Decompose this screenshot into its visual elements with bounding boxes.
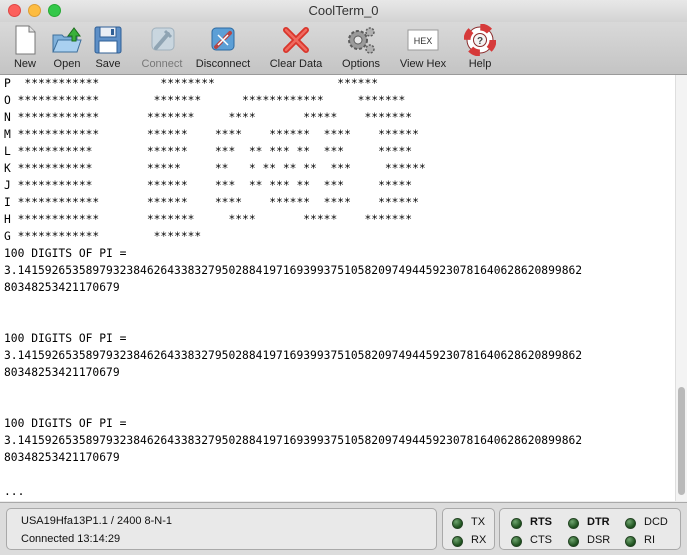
terminal-output[interactable]: P *********** ******** ****** O *********…	[0, 75, 675, 501]
dcd-led-icon	[625, 518, 636, 529]
options-button[interactable]: Options	[337, 24, 385, 70]
rx-led-icon	[452, 536, 463, 547]
new-button[interactable]: New	[8, 24, 42, 70]
connect-plug-icon	[151, 27, 175, 51]
terminal-line: 80348253421170679	[4, 451, 120, 464]
hex-icon: HEX	[407, 29, 439, 51]
open-folder-icon	[52, 27, 82, 53]
terminal-line: L *********** ****** *** ** *** ** *** *…	[4, 145, 413, 158]
window-title: CoolTerm_0	[308, 3, 379, 18]
terminal-line: G ************ *******	[4, 230, 202, 243]
cts-led-icon	[511, 536, 522, 547]
connection-status-text: Connected 13:14:29	[21, 533, 121, 545]
clear-data-button-label: Clear Data	[269, 58, 323, 70]
title-bar: CoolTerm_0	[0, 0, 687, 23]
hex-icon-text: HEX	[414, 36, 433, 46]
dsr-led-icon	[568, 536, 579, 547]
gear-icon	[348, 27, 375, 54]
rts-label: RTS	[530, 516, 552, 528]
tx-rx-panel: TX RX	[442, 508, 495, 550]
connect-button[interactable]: Connect	[138, 24, 186, 70]
tx-label: TX	[471, 516, 486, 528]
tx-led-icon	[452, 518, 463, 529]
dcd-label: DCD	[644, 516, 668, 528]
lifebuoy-help-icon: ?	[464, 24, 496, 56]
dtr-led-icon[interactable]	[568, 518, 579, 529]
terminal-line: 3.14159265358979323846264338327950288419…	[4, 349, 583, 362]
terminal-line: K *********** ***** ** * ** ** ** *** **…	[4, 162, 426, 175]
help-button-label: Help	[468, 58, 492, 70]
terminal-line: I ************ ****** **** ****** **** *…	[4, 196, 419, 209]
terminal-line: 100 DIGITS OF PI =	[4, 332, 127, 345]
disconnect-button-label: Disconnect	[195, 58, 251, 70]
line-status-panel: RTS CTS DTR DSR DCD RI	[499, 508, 681, 550]
rts-led-icon[interactable]	[511, 518, 522, 529]
clear-x-icon	[283, 27, 309, 53]
disconnect-button[interactable]: Disconnect	[192, 24, 254, 70]
ri-label: RI	[644, 534, 655, 546]
terminal-text: P *********** ******** ****** O *********…	[0, 75, 675, 500]
rx-label: RX	[471, 534, 487, 546]
terminal-line: H ************ ******* **** ***** ******…	[4, 213, 413, 226]
toolbar: New Open Save Connect Disconnect Clear D…	[0, 22, 687, 75]
new-button-label: New	[13, 58, 36, 70]
open-button[interactable]: Open	[48, 24, 86, 70]
open-button-label: Open	[53, 58, 81, 70]
cts-label: CTS	[530, 534, 552, 546]
terminal-line: 3.14159265358979323846264338327950288419…	[4, 264, 583, 277]
vertical-scrollbar[interactable]	[675, 75, 687, 501]
options-button-label: Options	[342, 58, 380, 70]
save-disk-icon	[94, 26, 122, 54]
terminal-line: O ************ ******* ************ ****…	[4, 94, 406, 107]
terminal-line: 80348253421170679	[4, 281, 120, 294]
dsr-label: DSR	[587, 534, 611, 546]
status-bar: USA19Hfa13P1.1 / 2400 8-N-1 Connected 13…	[0, 502, 687, 555]
scrollbar-thumb[interactable]	[678, 387, 685, 495]
terminal-line: M ************ ****** **** ****** **** *…	[4, 128, 419, 141]
terminal-line: 80348253421170679	[4, 366, 120, 379]
terminal-line: N ************ ******* **** ***** ******…	[4, 111, 413, 124]
terminal-line: 100 DIGITS OF PI =	[4, 247, 127, 260]
view-hex-button-label: View Hex	[399, 58, 447, 70]
save-button-label: Save	[95, 58, 121, 70]
help-button[interactable]: ? Help	[463, 24, 497, 70]
terminal-line: ...	[4, 485, 25, 498]
dtr-label: DTR	[587, 516, 610, 528]
port-settings-text: USA19Hfa13P1.1 / 2400 8-N-1	[21, 515, 173, 527]
disconnect-plug-icon	[211, 27, 235, 51]
terminal-line: 100 DIGITS OF PI =	[4, 417, 127, 430]
clear-data-button[interactable]: Clear Data	[265, 24, 327, 70]
new-document-icon	[15, 25, 36, 55]
svg-text:?: ?	[477, 36, 483, 47]
connection-status-panel: USA19Hfa13P1.1 / 2400 8-N-1 Connected 13…	[6, 508, 437, 550]
ri-led-icon	[625, 536, 636, 547]
terminal-line: J *********** ****** *** ** *** ** *** *…	[4, 179, 413, 192]
terminal-line: P *********** ******** ******	[4, 77, 379, 90]
terminal-line: 3.14159265358979323846264338327950288419…	[4, 434, 583, 447]
connect-button-label: Connect	[141, 58, 183, 70]
view-hex-button[interactable]: HEX View Hex	[396, 24, 450, 70]
save-button[interactable]: Save	[91, 24, 125, 70]
